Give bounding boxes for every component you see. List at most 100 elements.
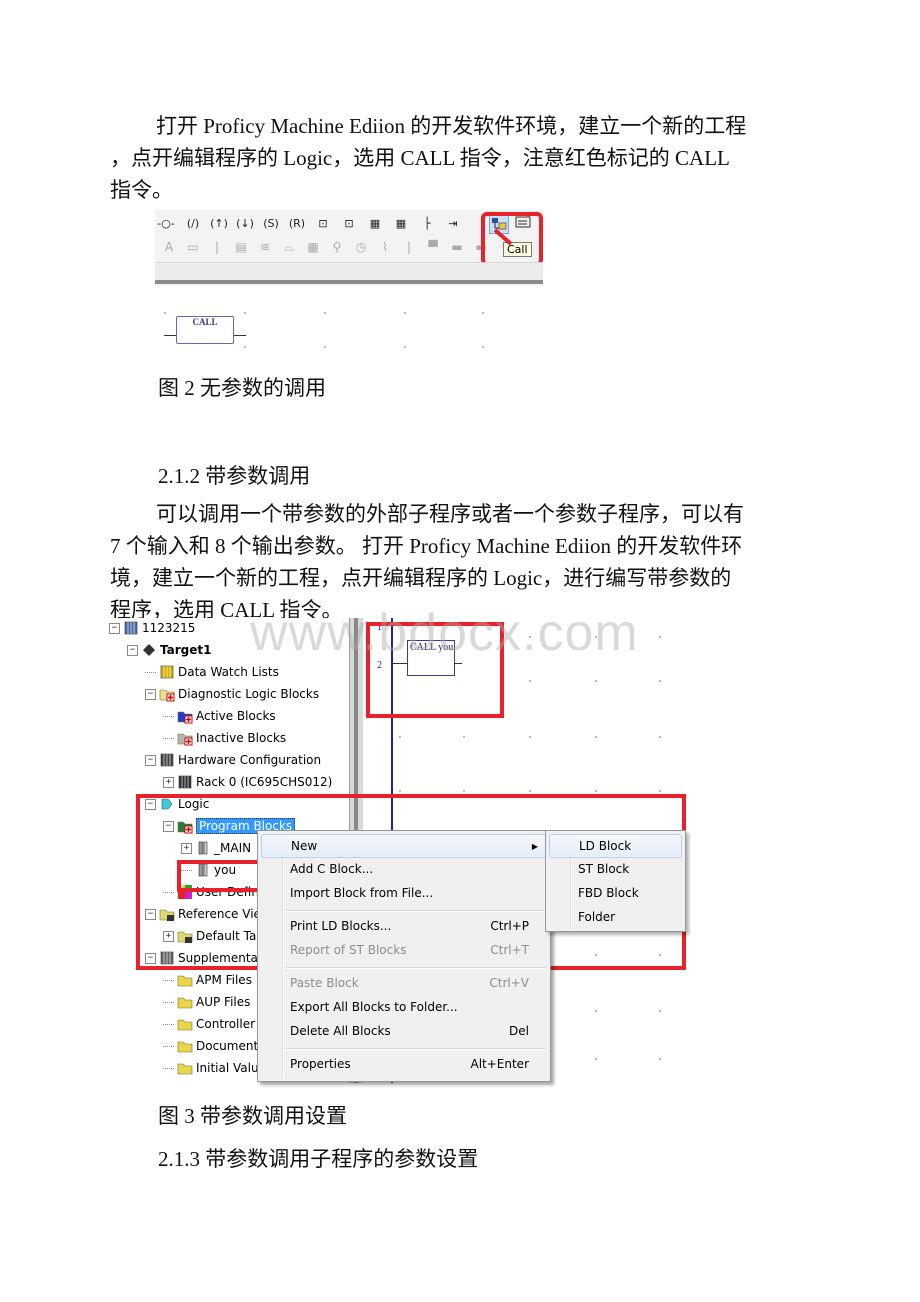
grid-dot bbox=[659, 680, 661, 682]
project-icon bbox=[123, 620, 139, 636]
grid-dot bbox=[659, 1058, 661, 1060]
folder-icon bbox=[177, 994, 193, 1010]
tree-item-apm-files[interactable]: APM Files bbox=[163, 970, 252, 990]
grid-dot bbox=[404, 346, 406, 348]
disabled-toolbar-icon[interactable]: ▭ bbox=[185, 239, 201, 255]
tree-item-label: 1123215 bbox=[142, 621, 196, 635]
tree-item-hardware-configuration[interactable]: − Hardware Configuration bbox=[145, 750, 321, 770]
tree-item-label: Diagnostic Logic Blocks bbox=[178, 687, 320, 701]
tree-item-active-blocks[interactable]: Active Blocks bbox=[163, 706, 276, 726]
menu-item-properties[interactable]: Properties Alt+Enter bbox=[261, 1053, 547, 1075]
tree-item-initial-value[interactable]: Initial Value bbox=[163, 1058, 266, 1078]
tree-item-label: APM Files bbox=[196, 973, 252, 987]
tree-connector bbox=[163, 1067, 174, 1069]
you-block-highlight bbox=[177, 860, 263, 892]
disabled-toolbar-icon[interactable]: ≋ bbox=[257, 239, 273, 255]
disabled-toolbar-icon[interactable]: ▬ bbox=[449, 239, 465, 255]
tree-item-1123215[interactable]: − 1123215 bbox=[109, 618, 195, 638]
menu-item-new[interactable]: New ▶ bbox=[261, 834, 547, 858]
timer-on-icon[interactable]: ⊡ bbox=[339, 215, 359, 231]
tree-item-label: AUP Files bbox=[196, 995, 251, 1009]
menu-item-add-c-block[interactable]: Add C Block... bbox=[261, 858, 547, 880]
tree-item-target1[interactable]: − Target1 bbox=[127, 640, 211, 660]
disabled-toolbar-icon[interactable]: ◷ bbox=[353, 239, 369, 255]
disabled-toolbar-icon[interactable]: ▤ bbox=[233, 239, 249, 255]
toolbar-strip bbox=[155, 262, 543, 281]
tree-item-label: Documenta bbox=[196, 1039, 266, 1053]
grid-dot bbox=[659, 1010, 661, 1012]
disabled-toolbar-icon[interactable]: ▦ bbox=[305, 239, 321, 255]
call-you-highlight bbox=[366, 622, 504, 718]
grid-dot bbox=[529, 680, 531, 682]
disabled-toolbar-icon[interactable]: ▀ bbox=[425, 239, 441, 255]
positive-transition-coil-icon[interactable]: (↓) bbox=[235, 215, 255, 231]
collapse-icon[interactable]: − bbox=[145, 688, 156, 700]
tree-item-controller[interactable]: Controller bbox=[163, 1014, 255, 1034]
menu-item-report-of-st-blocks[interactable]: Report of ST Blocks Ctrl+T bbox=[261, 939, 547, 961]
horizontal-wire-icon[interactable]: ⇥ bbox=[443, 215, 463, 231]
toolbar-bottom-border bbox=[155, 280, 543, 284]
expand-icon[interactable]: + bbox=[163, 776, 174, 788]
grid-dot bbox=[595, 636, 597, 638]
reset-coil-icon[interactable]: ⊡ bbox=[313, 215, 333, 231]
grid-dot bbox=[659, 636, 661, 638]
contact-icon[interactable]: -○- bbox=[155, 215, 177, 231]
grid-dot bbox=[595, 736, 597, 738]
watch-list-icon bbox=[159, 664, 175, 680]
submenu-item-fbd-block[interactable]: FBD Block bbox=[549, 882, 682, 904]
menu-item-export-all-blocks-to-folder[interactable]: Export All Blocks to Folder... bbox=[261, 996, 547, 1018]
coil-icon[interactable]: (/) bbox=[183, 215, 203, 231]
set-coil-icon[interactable]: (R) bbox=[287, 215, 307, 231]
grid-dot bbox=[164, 312, 166, 314]
disabled-toolbar-icon[interactable]: ⚲ bbox=[329, 239, 345, 255]
counter-down-icon[interactable]: ├ bbox=[417, 215, 437, 231]
ld-toolbar-screenshot: -○- (/) (↑) (↓) (S) (R) ⊡ ⊡ ▦ ▦ ├ ⇥ A ▭ | ▤ ≋ ⌓ ▦ ⚲ ◷ ⌇ | ▀ ▬ ▬ … bbox=[155, 210, 543, 286]
menu-item-import-block-from-file[interactable]: Import Block from File... bbox=[261, 882, 547, 904]
tree-item-documenta[interactable]: Documenta bbox=[163, 1036, 266, 1056]
counter-up-icon[interactable]: ▦ bbox=[391, 215, 411, 231]
menu-item-paste-block[interactable]: Paste Block Ctrl+V bbox=[261, 972, 547, 994]
menu-item-label: Add C Block... bbox=[290, 862, 374, 876]
negated-coil-icon[interactable]: (↑) bbox=[209, 215, 229, 231]
negative-transition-coil-icon[interactable]: (S) bbox=[261, 215, 281, 231]
submenu-item-ld-block[interactable]: LD Block bbox=[549, 834, 682, 858]
tree-connector bbox=[145, 671, 156, 673]
timer-off-icon[interactable]: ▦ bbox=[365, 215, 385, 231]
disabled-toolbar-icon[interactable]: ⌇ bbox=[377, 239, 393, 255]
grid-dot bbox=[482, 312, 484, 314]
disabled-toolbar-icon[interactable]: A bbox=[161, 239, 177, 255]
diagnostic-folder-icon bbox=[159, 686, 175, 702]
call-block-label: CALL bbox=[192, 317, 218, 327]
tree-item-inactive-blocks[interactable]: Inactive Blocks bbox=[163, 728, 286, 748]
collapse-icon[interactable]: − bbox=[109, 622, 120, 634]
menu-item-delete-all-blocks[interactable]: Delete All Blocks Del bbox=[261, 1020, 547, 1042]
inactive-blocks-icon bbox=[177, 730, 193, 746]
grid-dot bbox=[324, 346, 326, 348]
disabled-toolbar-icon[interactable]: ⌓ bbox=[281, 239, 297, 255]
tree-item-diagnostic-logic-blocks[interactable]: − Diagnostic Logic Blocks bbox=[145, 684, 319, 704]
paragraph-line: 指令。 bbox=[110, 178, 173, 202]
menu-item-shortcut: Ctrl+P bbox=[490, 919, 529, 933]
menu-item-print-ld-blocks[interactable]: Print LD Blocks... Ctrl+P bbox=[261, 915, 547, 937]
folder-icon bbox=[177, 1016, 193, 1032]
collapse-icon[interactable]: − bbox=[145, 754, 156, 766]
disabled-toolbar-icon[interactable]: | bbox=[401, 239, 417, 255]
submenu-item-folder[interactable]: Folder bbox=[549, 906, 682, 928]
menu-item-label: LD Block bbox=[579, 839, 632, 853]
grid-dot bbox=[482, 346, 484, 348]
grid-dot bbox=[529, 790, 531, 792]
right-wire bbox=[234, 335, 246, 336]
collapse-icon[interactable]: − bbox=[127, 644, 138, 656]
paragraph-line: 打开 Proficy Machine Ediion 的开发软件环境，建立一个新的… bbox=[110, 110, 810, 142]
submenu-item-st-block[interactable]: ST Block bbox=[549, 858, 682, 880]
tree-item-label: Hardware Configuration bbox=[178, 753, 322, 767]
tree-item-aup-files[interactable]: AUP Files bbox=[163, 992, 250, 1012]
menu-separator bbox=[286, 967, 546, 969]
grid-dot bbox=[595, 680, 597, 682]
tree-item-rack-0-ic695chs012[interactable]: + Rack 0 (IC695CHS012) bbox=[163, 772, 332, 792]
tree-item-label: Rack 0 (IC695CHS012) bbox=[196, 775, 333, 789]
tree-item-data-watch-lists[interactable]: Data Watch Lists bbox=[145, 662, 279, 682]
new-submenu: LD Block ST Block FBD Block Folder bbox=[545, 830, 686, 932]
disabled-toolbar-icon[interactable]: | bbox=[209, 239, 225, 255]
grid-dot bbox=[595, 790, 597, 792]
